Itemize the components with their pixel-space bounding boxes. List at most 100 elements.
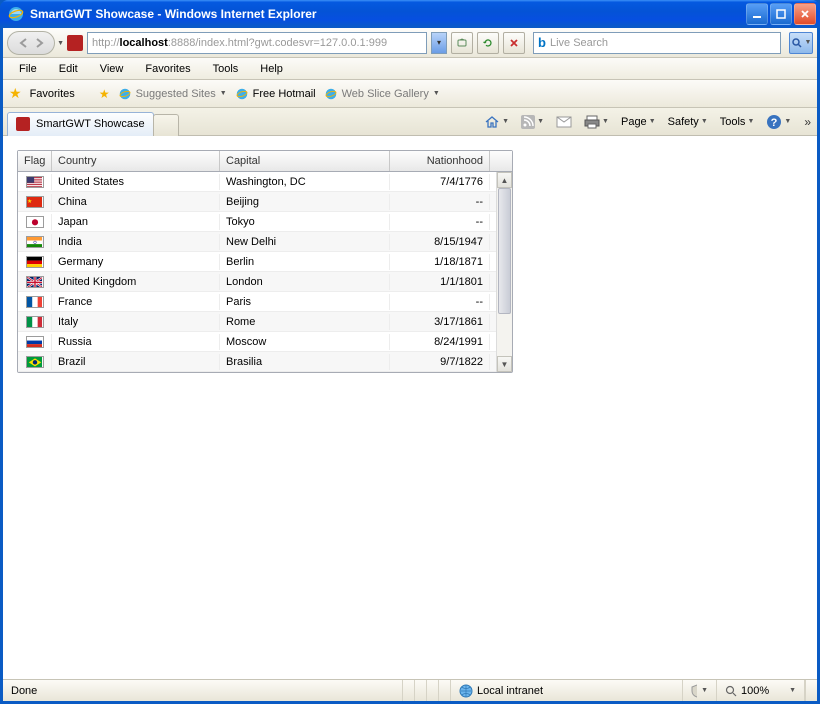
cell-nationhood: 1/1/1801 <box>390 274 490 290</box>
cell-flag <box>18 254 52 270</box>
menu-file[interactable]: File <box>9 60 47 78</box>
grid-header: Flag Country Capital Nationhood <box>18 151 512 172</box>
header-nationhood[interactable]: Nationhood <box>390 151 490 171</box>
cell-capital: London <box>220 274 390 290</box>
flag-icon-jp <box>26 216 44 228</box>
grid-scrollbar[interactable]: ▲ ▼ <box>496 172 512 372</box>
table-row[interactable]: RussiaMoscow8/24/1991 <box>18 332 512 352</box>
safety-menu[interactable]: Safety▼ <box>665 114 711 130</box>
add-favorite-icon[interactable]: ★ <box>99 87 110 101</box>
minimize-button[interactable] <box>746 3 768 25</box>
cell-capital: Paris <box>220 294 390 310</box>
table-row[interactable]: ItalyRome3/17/1861 <box>18 312 512 332</box>
new-tab-button[interactable] <box>153 114 179 136</box>
favorites-star-icon[interactable]: ★ <box>9 85 22 102</box>
cell-flag <box>18 314 52 330</box>
cell-capital: Tokyo <box>220 214 390 230</box>
flag-icon-gb <box>26 276 44 288</box>
cell-country: United States <box>52 174 220 190</box>
search-placeholder: Live Search <box>550 37 608 49</box>
svg-text:?: ? <box>771 117 778 129</box>
search-button[interactable]: ▼ <box>789 32 813 54</box>
menu-tools[interactable]: Tools <box>203 60 249 78</box>
table-row[interactable]: BrazilBrasilia9/7/1822 <box>18 352 512 372</box>
cell-capital: Beijing <box>220 194 390 210</box>
tools-menu[interactable]: Tools▼ <box>717 114 758 130</box>
protected-mode-button[interactable]: ▼ <box>683 680 717 701</box>
free-hotmail-link[interactable]: Free Hotmail <box>235 87 316 101</box>
scroll-track[interactable] <box>497 188 512 356</box>
home-button[interactable]: ▼ <box>481 112 512 132</box>
print-button[interactable]: ▼ <box>581 113 612 131</box>
flag-icon-in <box>26 236 44 248</box>
tab-smartgwt-showcase[interactable]: SmartGWT Showcase <box>7 112 154 136</box>
favorites-label[interactable]: Favorites <box>30 88 75 100</box>
stop-button[interactable] <box>503 32 525 54</box>
table-row[interactable]: ChinaBeijing-- <box>18 192 512 212</box>
cell-nationhood: 8/24/1991 <box>390 334 490 350</box>
ie-icon <box>324 87 338 101</box>
menu-bar: File Edit View Favorites Tools Help <box>3 58 817 80</box>
cell-capital: Rome <box>220 314 390 330</box>
cell-capital: Washington, DC <box>220 174 390 190</box>
page-menu[interactable]: Page▼ <box>618 114 659 130</box>
table-row[interactable]: IndiaNew Delhi8/15/1947 <box>18 232 512 252</box>
header-flag[interactable]: Flag <box>18 151 52 171</box>
menu-edit[interactable]: Edit <box>49 60 88 78</box>
search-box[interactable]: b Live Search <box>533 32 781 54</box>
help-button[interactable]: ?▼ <box>763 112 794 132</box>
flag-icon-br <box>26 356 44 368</box>
address-bar[interactable]: http://localhost:8888/index.html?gwt.cod… <box>87 32 427 54</box>
header-capital[interactable]: Capital <box>220 151 390 171</box>
shield-icon <box>691 684 697 698</box>
menu-view[interactable]: View <box>90 60 134 78</box>
cell-capital: New Delhi <box>220 234 390 250</box>
table-row[interactable]: FranceParis-- <box>18 292 512 312</box>
web-slice-gallery-link[interactable]: Web Slice Gallery▼ <box>324 87 440 101</box>
cell-flag <box>18 214 52 230</box>
cell-flag <box>18 294 52 310</box>
menu-help[interactable]: Help <box>250 60 293 78</box>
cell-country: India <box>52 234 220 250</box>
cell-nationhood: 3/17/1861 <box>390 314 490 330</box>
window-title: SmartGWT Showcase - Windows Internet Exp… <box>28 7 746 21</box>
window-titlebar: SmartGWT Showcase - Windows Internet Exp… <box>0 0 820 28</box>
scroll-up-icon[interactable]: ▲ <box>497 172 512 188</box>
zoom-control[interactable]: 100% ▼ <box>717 680 805 701</box>
navigation-bar: ▼ http://localhost:8888/index.html?gwt.c… <box>3 28 817 58</box>
menu-favorites[interactable]: Favorites <box>135 60 200 78</box>
cell-country: Japan <box>52 214 220 230</box>
overflow-icon[interactable]: » <box>804 115 811 129</box>
refresh-button[interactable] <box>477 32 499 54</box>
intranet-icon <box>459 684 473 698</box>
cell-flag <box>18 234 52 250</box>
back-icon <box>18 37 30 49</box>
table-row[interactable]: JapanTokyo-- <box>18 212 512 232</box>
read-mail-button[interactable] <box>553 114 575 130</box>
forward-icon <box>33 37 45 49</box>
cell-nationhood: 7/4/1776 <box>390 174 490 190</box>
cell-nationhood: 8/15/1947 <box>390 234 490 250</box>
back-forward-buttons[interactable]: ▼ <box>7 31 55 55</box>
chevron-down-icon[interactable]: ▼ <box>57 40 64 47</box>
feeds-button[interactable]: ▼ <box>518 113 547 131</box>
scroll-thumb[interactable] <box>498 188 511 314</box>
security-zone[interactable]: Local intranet <box>451 680 683 701</box>
cell-nationhood: -- <box>390 194 490 210</box>
ie-icon <box>235 87 249 101</box>
cell-country: Russia <box>52 334 220 350</box>
maximize-button[interactable] <box>770 3 792 25</box>
close-button[interactable] <box>794 3 816 25</box>
address-dropdown[interactable]: ▾ <box>431 32 447 54</box>
compat-view-button[interactable] <box>451 32 473 54</box>
content-area: Flag Country Capital Nationhood United S… <box>3 136 817 679</box>
header-country[interactable]: Country <box>52 151 220 171</box>
table-row[interactable]: United KingdomLondon1/1/1801 <box>18 272 512 292</box>
cell-country: Brazil <box>52 354 220 370</box>
cell-country: Germany <box>52 254 220 270</box>
scroll-down-icon[interactable]: ▼ <box>497 356 512 372</box>
suggested-sites-link[interactable]: Suggested Sites▼ <box>118 87 227 101</box>
table-row[interactable]: United StatesWashington, DC7/4/1776 <box>18 172 512 192</box>
cell-nationhood: -- <box>390 294 490 310</box>
table-row[interactable]: GermanyBerlin1/18/1871 <box>18 252 512 272</box>
